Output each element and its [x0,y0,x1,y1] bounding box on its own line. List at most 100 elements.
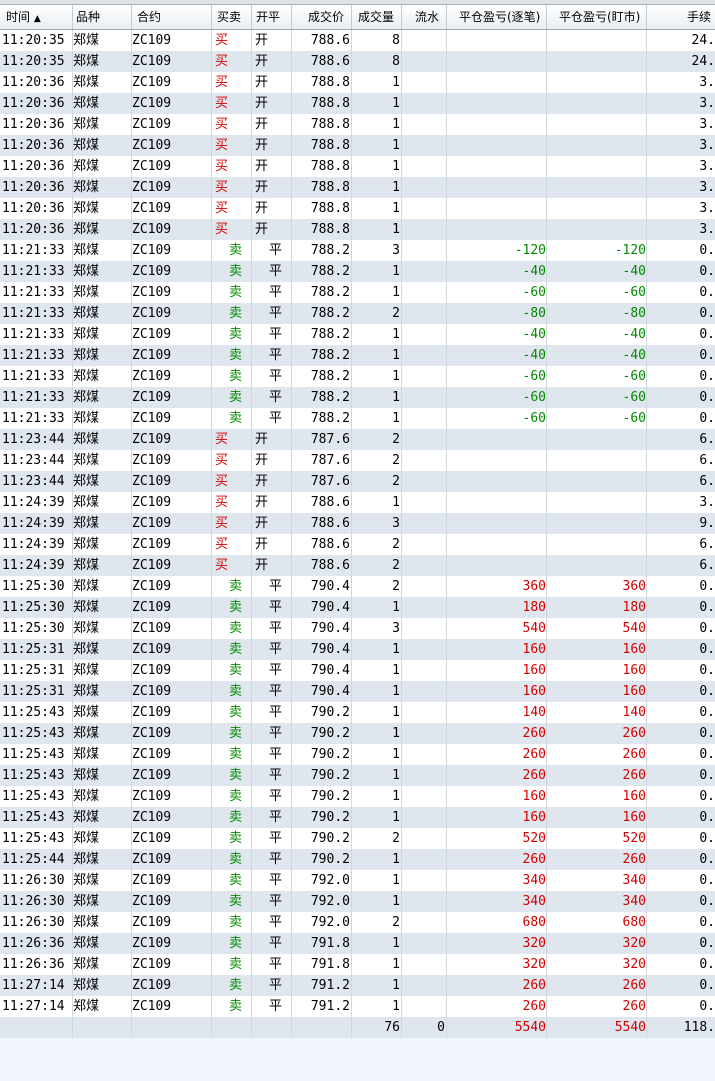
product-cell: 郑煤 [73,639,132,660]
table-row[interactable]: 11:20:36 郑煤 ZC109 买开 788.8 1 3. [0,177,715,198]
table-row[interactable]: 11:21:33 郑煤 ZC109 卖平 788.2 1 -40 -40 0. [0,345,715,366]
price-cell: 788.8 [292,114,352,135]
table-row[interactable]: 11:21:33 郑煤 ZC109 卖平 788.2 1 -40 -40 0. [0,261,715,282]
column-header-time[interactable]: 时间 ▲ [0,5,73,29]
table-row[interactable]: 11:21:33 郑煤 ZC109 卖平 788.2 1 -60 -60 0. [0,282,715,303]
table-row[interactable]: 11:20:36 郑煤 ZC109 买开 788.8 1 3. [0,156,715,177]
fee-cell: 3. [699,180,715,195]
table-row[interactable]: 11:25:31 郑煤 ZC109 卖平 790.4 1 160 160 0. [0,681,715,702]
table-row[interactable]: 11:21:33 郑煤 ZC109 卖平 788.2 1 -60 -60 0. [0,408,715,429]
table-row[interactable]: 11:21:33 郑煤 ZC109 卖平 788.2 1 -60 -60 0. [0,387,715,408]
table-row[interactable]: 11:20:36 郑煤 ZC109 买开 788.8 1 3. [0,135,715,156]
table-row[interactable]: 11:21:33 郑煤 ZC109 卖平 788.2 2 -80 -80 0. [0,303,715,324]
table-row[interactable]: 11:21:33 郑煤 ZC109 卖平 788.2 1 -60 -60 0. [0,366,715,387]
table-row[interactable]: 11:26:30 郑煤 ZC109 卖平 792.0 2 680 680 0. [0,912,715,933]
column-header-product[interactable]: 品种 [73,5,132,29]
totals-time-cell [0,1017,73,1038]
table-row[interactable]: 11:24:39 郑煤 ZC109 买开 788.6 2 6. [0,555,715,576]
price-cell: 788.2 [292,366,352,387]
qty-cell: 3 [352,513,402,534]
flow-cell [402,849,447,870]
qty-cell: 1 [352,72,402,93]
pl-mark-cell: 680 [547,912,647,933]
table-row[interactable]: 11:25:43 郑煤 ZC109 卖平 790.2 1 260 260 0. [0,744,715,765]
column-header-price[interactable]: 成交价 [292,5,352,29]
column-header-pl-trade[interactable]: 平仓盈亏(逐笔) [447,5,547,29]
open-close-cell: 平 [252,261,292,282]
table-row[interactable]: 11:24:39 郑煤 ZC109 买开 788.6 1 3. [0,492,715,513]
column-header-flow[interactable]: 流水 [402,5,447,29]
table-row[interactable]: 11:25:43 郑煤 ZC109 卖平 790.2 1 260 260 0. [0,723,715,744]
contract-cell: ZC109 [132,849,212,870]
table-row[interactable]: 11:21:33 郑煤 ZC109 卖平 788.2 3 -120 -120 0. [0,240,715,261]
table-row[interactable]: 11:25:43 郑煤 ZC109 卖平 790.2 2 520 520 0. [0,828,715,849]
fee-cell: 0. [699,579,715,594]
time-cell: 11:25:43 [0,828,73,849]
pl-mark-cell: 540 [547,618,647,639]
table-row[interactable]: 11:23:44 郑煤 ZC109 买开 787.6 2 6. [0,429,715,450]
side-cell: 买 [212,156,252,177]
table-header: 时间 ▲ 品种 合约 买卖 开平 成交价 成交量 流水 平仓盈亏(逐笔) 平仓盈… [0,5,715,30]
open-close-cell: 平 [252,723,292,744]
price-cell: 788.2 [292,387,352,408]
table-row[interactable]: 11:26:36 郑煤 ZC109 卖平 791.8 1 320 320 0. [0,933,715,954]
column-header-fee[interactable]: 手续 [647,5,715,29]
table-row[interactable]: 11:25:30 郑煤 ZC109 卖平 790.4 1 180 180 0. [0,597,715,618]
column-header-open-close[interactable]: 开平 [252,5,292,29]
table-row[interactable]: 11:21:33 郑煤 ZC109 卖平 788.2 1 -40 -40 0. [0,324,715,345]
table-row[interactable]: 11:26:30 郑煤 ZC109 卖平 792.0 1 340 340 0. [0,891,715,912]
table-row[interactable]: 11:25:43 郑煤 ZC109 卖平 790.2 1 160 160 0. [0,807,715,828]
column-header-qty[interactable]: 成交量 [352,5,402,29]
table-row[interactable]: 11:20:35 郑煤 ZC109 买开 788.6 8 24. [0,30,715,51]
table-row[interactable]: 11:27:14 郑煤 ZC109 卖平 791.2 1 260 260 0. [0,996,715,1017]
contract-cell: ZC109 [132,408,212,429]
product-cell: 郑煤 [73,618,132,639]
contract-cell: ZC109 [132,366,212,387]
product-cell: 郑煤 [73,597,132,618]
table-row[interactable]: 11:26:30 郑煤 ZC109 卖平 792.0 1 340 340 0. [0,870,715,891]
table-row[interactable]: 11:25:31 郑煤 ZC109 卖平 790.4 1 160 160 0. [0,660,715,681]
table-row[interactable]: 11:20:36 郑煤 ZC109 买开 788.8 1 3. [0,93,715,114]
time-cell: 11:21:33 [0,408,73,429]
table-row[interactable]: 11:25:43 郑煤 ZC109 卖平 790.2 1 140 140 0. [0,702,715,723]
open-close-cell: 开 [252,429,292,450]
column-header-contract[interactable]: 合约 [132,5,212,29]
pl-trade-cell: -60 [447,408,547,429]
table-row[interactable]: 11:23:44 郑煤 ZC109 买开 787.6 2 6. [0,450,715,471]
table-row[interactable]: 11:25:43 郑煤 ZC109 卖平 790.2 1 160 160 0. [0,786,715,807]
table-row[interactable]: 11:23:44 郑煤 ZC109 买开 787.6 2 6. [0,471,715,492]
fee-cell: 0. [699,600,715,615]
table-row[interactable]: 11:25:30 郑煤 ZC109 卖平 790.4 2 360 360 0. [0,576,715,597]
open-close-cell: 平 [252,891,292,912]
table-row[interactable]: 11:25:31 郑煤 ZC109 卖平 790.4 1 160 160 0. [0,639,715,660]
table-row[interactable]: 11:27:14 郑煤 ZC109 卖平 791.2 1 260 260 0. [0,975,715,996]
table-row[interactable]: 11:20:36 郑煤 ZC109 买开 788.8 1 3. [0,198,715,219]
time-cell: 11:20:36 [0,219,73,240]
qty-cell: 1 [352,261,402,282]
pl-mark-cell: 160 [547,681,647,702]
qty-cell: 1 [352,954,402,975]
table-row[interactable]: 11:25:43 郑煤 ZC109 卖平 790.2 1 260 260 0. [0,765,715,786]
column-header-pl-mark[interactable]: 平仓盈亏(盯市) [547,5,647,29]
table-row[interactable]: 11:24:39 郑煤 ZC109 买开 788.6 3 9. [0,513,715,534]
table-row[interactable]: 11:20:36 郑煤 ZC109 买开 788.8 1 3. [0,72,715,93]
table-row[interactable]: 11:25:30 郑煤 ZC109 卖平 790.4 3 540 540 0. [0,618,715,639]
pl-trade-cell: 260 [447,723,547,744]
qty-cell: 1 [352,870,402,891]
table-row[interactable]: 11:26:36 郑煤 ZC109 卖平 791.8 1 320 320 0. [0,954,715,975]
flow-cell [402,345,447,366]
column-header-side[interactable]: 买卖 [212,5,252,29]
flow-cell [402,324,447,345]
flow-cell [402,828,447,849]
table-row[interactable]: 11:25:44 郑煤 ZC109 卖平 790.2 1 260 260 0. [0,849,715,870]
qty-cell: 2 [352,450,402,471]
table-row[interactable]: 11:24:39 郑煤 ZC109 买开 788.6 2 6. [0,534,715,555]
contract-cell: ZC109 [132,324,212,345]
table-row[interactable]: 11:20:36 郑煤 ZC109 买开 788.8 1 3. [0,114,715,135]
product-cell: 郑煤 [73,261,132,282]
contract-cell: ZC109 [132,429,212,450]
table-row[interactable]: 11:20:35 郑煤 ZC109 买开 788.6 8 24. [0,51,715,72]
contract-cell: ZC109 [132,156,212,177]
table-row[interactable]: 11:20:36 郑煤 ZC109 买开 788.8 1 3. [0,219,715,240]
time-cell: 11:27:14 [0,996,73,1017]
